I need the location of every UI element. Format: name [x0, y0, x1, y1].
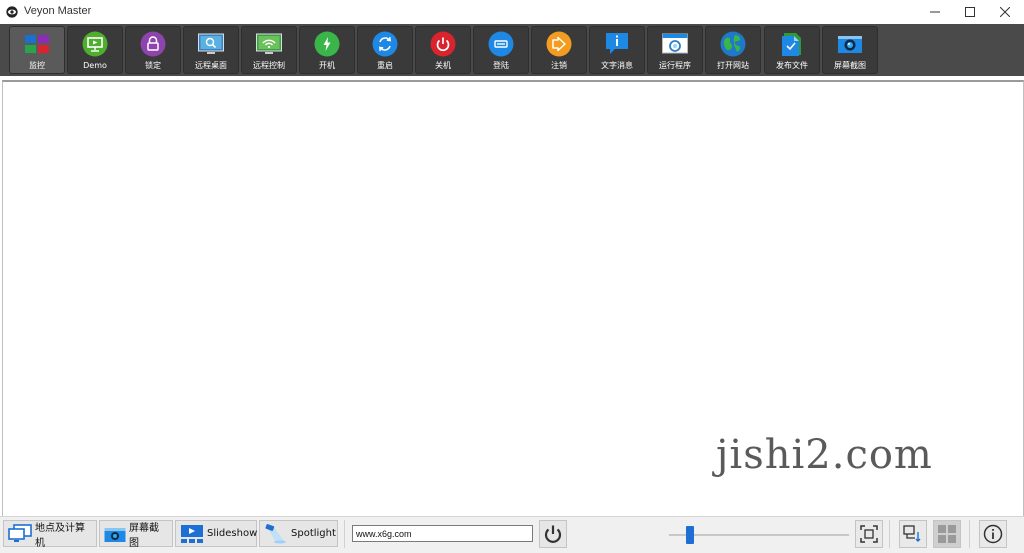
toolbar-button-run-program[interactable]: 运行程序 [647, 26, 703, 74]
close-button[interactable] [986, 0, 1024, 24]
file-transfer-icon [782, 33, 801, 56]
toolbar-button-power-off[interactable]: 关机 [415, 26, 471, 74]
toolbar-label: 文字消息 [601, 61, 633, 70]
computer-order-button[interactable] [899, 520, 927, 548]
login-icon [488, 31, 514, 57]
text-message-icon [606, 33, 628, 54]
toolbar-button-open-website[interactable]: 打开网站 [705, 26, 761, 74]
power-icon [544, 525, 562, 543]
toolbar-label: 远程控制 [253, 61, 285, 70]
slideshow-button[interactable]: Slideshow [175, 520, 257, 547]
toolbar-label: 打开网站 [717, 61, 749, 70]
toolbar-button-remote-view[interactable]: 远程桌面 [183, 26, 239, 74]
separator [344, 520, 345, 548]
screenshots-button[interactable]: 屏幕截图 [99, 520, 173, 549]
toolbar-label: 发布文件 [776, 61, 808, 70]
veyon-eye-icon [6, 6, 18, 18]
toolbar-button-screenshot[interactable]: 屏幕截图 [822, 26, 878, 74]
toolbar-button-demo[interactable]: Demo [67, 26, 123, 74]
globe-icon [720, 31, 746, 57]
reorder-icon [903, 525, 921, 542]
camera-icon [104, 527, 126, 542]
window-title: Veyon Master [24, 5, 92, 17]
toolbar-button-lock[interactable]: 锁定 [125, 26, 181, 74]
toolbar-button-power-on[interactable]: 开机 [299, 26, 355, 74]
remote-view-icon [198, 33, 224, 54]
toolbar-button-monitor[interactable]: 监控 [9, 26, 65, 74]
toolbar-label: Demo [83, 61, 107, 70]
toolbar-button-logout[interactable]: 注销 [531, 26, 587, 74]
zoom-slider-track[interactable] [669, 534, 849, 536]
toolbar-button-transfer-file[interactable]: 发布文件 [764, 26, 820, 74]
toolbar-label: 屏幕截图 [834, 61, 866, 70]
toolbar-label: 重启 [377, 61, 393, 70]
logout-icon [546, 31, 572, 57]
toolbar-button-text-message[interactable]: 文字消息 [589, 26, 645, 74]
toolbar-button-login[interactable]: 登陆 [473, 26, 529, 74]
minimize-icon [930, 11, 940, 13]
separator [889, 520, 890, 548]
monitor-grid-icon [25, 35, 49, 53]
toolbar-button-remote-control[interactable]: 远程控制 [241, 26, 297, 74]
spotlight-label: Spotlight [291, 528, 336, 539]
address-input[interactable] [352, 525, 533, 542]
computers-icon [8, 523, 32, 542]
locations-computers-label: 地点及计算机 [35, 522, 85, 549]
fit-screen-icon [860, 525, 878, 543]
toolbar-label: 锁定 [145, 61, 161, 70]
power-off-icon [430, 31, 456, 57]
toolbar-label: 注销 [551, 61, 567, 70]
toolbar-button-reboot[interactable]: 重启 [357, 26, 413, 74]
maximize-icon [965, 7, 975, 17]
run-program-icon [662, 33, 688, 54]
info-icon [983, 524, 1003, 544]
minimize-button[interactable] [916, 0, 954, 24]
auto-fit-button[interactable] [855, 520, 883, 548]
toolbar-label: 关机 [435, 61, 451, 70]
slideshow-label: Slideshow [207, 528, 258, 539]
remote-control-icon [256, 33, 282, 54]
feature-toolbar: 监控 Demo 锁定 远程桌面 远程控制 开机 重启 关机 登陆 注销 文字消息… [0, 24, 1024, 76]
zoom-slider-handle[interactable] [686, 526, 694, 544]
toolbar-label: 开机 [319, 61, 335, 70]
reboot-icon [372, 31, 398, 57]
locations-computers-button[interactable]: 地点及计算机 [3, 520, 97, 549]
screenshots-label: 屏幕截图 [129, 522, 159, 549]
title-bar: Veyon Master [0, 0, 1024, 25]
grid-icon [938, 525, 956, 543]
toolbar-label: 远程桌面 [195, 61, 227, 70]
power-on-icon [314, 31, 340, 57]
presentation-icon [82, 31, 108, 57]
about-button[interactable] [979, 520, 1007, 548]
watermark-text: jishi2.com [716, 432, 933, 478]
grid-layout-button[interactable] [933, 520, 961, 548]
separator [969, 520, 970, 548]
maximize-button[interactable] [951, 0, 989, 24]
lock-icon [140, 31, 166, 57]
spotlight-button[interactable]: Spotlight [259, 520, 338, 547]
power-button[interactable] [539, 520, 567, 548]
spotlight-icon [265, 523, 286, 543]
camera-icon [838, 36, 862, 53]
slideshow-icon [181, 524, 203, 543]
toolbar-label: 监控 [29, 61, 45, 70]
close-icon [1000, 7, 1010, 17]
toolbar-label: 登陆 [493, 61, 509, 70]
toolbar-label: 运行程序 [659, 61, 691, 70]
